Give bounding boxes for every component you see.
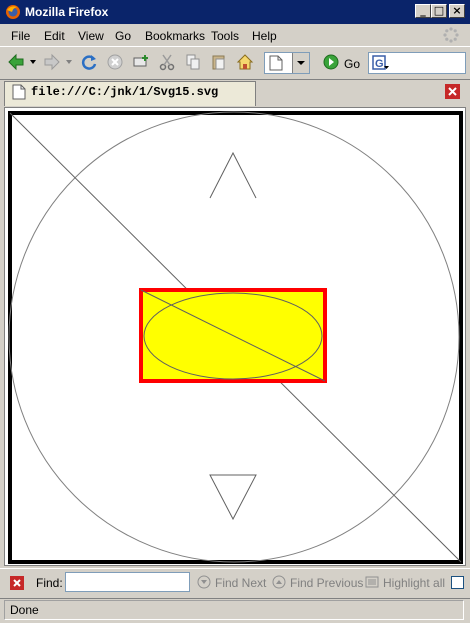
go-button-label[interactable]: Go <box>344 57 360 71</box>
find-previous-button[interactable]: Find Previous <box>290 576 363 590</box>
close-findbar-icon[interactable] <box>10 576 24 590</box>
find-label: Find: <box>36 576 63 590</box>
menu-view[interactable]: View <box>78 29 104 43</box>
throbber-icon <box>443 27 459 43</box>
highlight-all-checkbox[interactable] <box>451 576 464 589</box>
minimize-button[interactable]: _ <box>415 4 431 18</box>
status-text: Done <box>10 603 39 617</box>
highlight-icon[interactable] <box>365 575 379 589</box>
back-icon[interactable] <box>7 53 25 71</box>
maximize-button[interactable]: □ <box>431 4 447 18</box>
search-engine-icon[interactable]: G <box>372 55 390 71</box>
menu-file[interactable]: File <box>11 29 30 43</box>
find-previous-icon[interactable] <box>272 575 286 589</box>
forward-dropdown-icon[interactable] <box>66 60 72 64</box>
close-tab-icon[interactable] <box>445 84 460 99</box>
menu-tools[interactable]: Tools <box>211 29 239 43</box>
window-title: Mozilla Firefox <box>25 5 109 19</box>
menu-bookmarks[interactable]: Bookmarks <box>145 29 205 43</box>
paste-icon[interactable] <box>210 53 228 71</box>
page-icon <box>269 55 283 71</box>
svg-document <box>8 111 463 564</box>
close-window-button[interactable]: × <box>449 4 465 18</box>
forward-icon[interactable] <box>43 53 61 71</box>
chevron-down-icon <box>297 61 305 65</box>
cut-icon[interactable] <box>158 53 176 71</box>
page-combo[interactable] <box>264 52 310 74</box>
tab-label[interactable]: file:///C:/jnk/1/Svg15.svg <box>31 85 218 99</box>
new-window-icon[interactable] <box>132 53 150 71</box>
highlight-all-button[interactable]: Highlight all <box>383 576 445 590</box>
page-combo-dropdown[interactable] <box>292 53 309 73</box>
svg-text:G: G <box>375 58 384 70</box>
firefox-logo-icon <box>6 5 20 19</box>
stop-icon[interactable] <box>106 53 124 71</box>
reload-icon[interactable] <box>80 53 98 71</box>
menu-help[interactable]: Help <box>252 29 277 43</box>
find-next-icon[interactable] <box>197 575 211 589</box>
search-box[interactable]: G <box>368 52 466 74</box>
home-icon[interactable] <box>236 53 254 71</box>
back-dropdown-icon[interactable] <box>30 60 36 64</box>
go-icon[interactable] <box>322 53 340 71</box>
menu-go[interactable]: Go <box>115 29 131 43</box>
find-next-button[interactable]: Find Next <box>215 576 266 590</box>
copy-icon[interactable] <box>184 53 202 71</box>
status-panel <box>4 600 464 620</box>
find-input[interactable] <box>65 572 190 592</box>
document-icon <box>12 84 26 100</box>
menu-edit[interactable]: Edit <box>44 29 65 43</box>
